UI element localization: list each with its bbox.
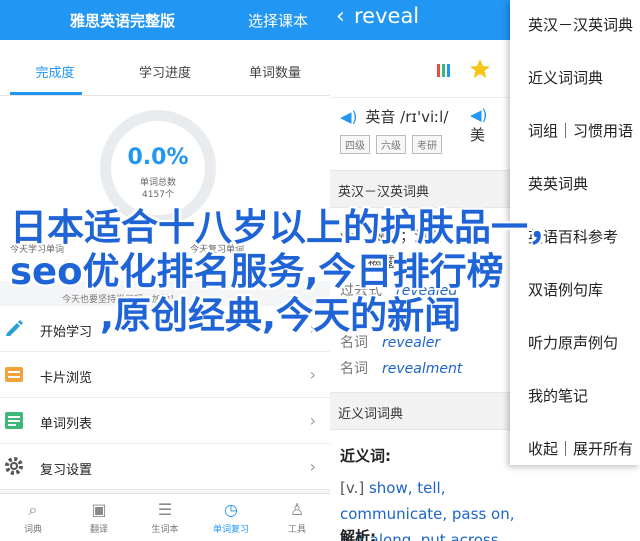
dictionary-dropdown-menu: 英汉－汉英词典 近义词词典 词组｜习惯用语 英英词典 英语百科参考 双语例句库 … (510, 0, 640, 465)
completion-percent: 0.0% (127, 145, 189, 170)
nav-label: 翻译 (89, 525, 108, 535)
chevron-right-icon: › (309, 411, 316, 430)
menu-card-browse[interactable]: 卡片浏览 › (0, 352, 330, 398)
notebook-icon: ☰ (157, 500, 173, 519)
book-title: 雅思英语完整版 (70, 12, 176, 30)
dropdown-item-encyclopedia[interactable]: 英语百科参考 (510, 212, 640, 265)
nav-tools[interactable]: ♙ 工具 (264, 494, 330, 541)
tab-completion[interactable]: 完成度 (0, 40, 110, 95)
dropdown-item-my-notes[interactable]: 我的笔记 (510, 371, 640, 424)
section-en-zh-header[interactable]: 英汉－汉英词典 (330, 170, 510, 208)
phonetic-uk[interactable]: ◀) 英音 /rɪ'viːl/ (340, 106, 448, 127)
encouragement-tip: 今天也要坚持学习呀，加油！ (62, 295, 180, 305)
inflection-word[interactable]: revealment (382, 361, 462, 377)
nav-dictionary[interactable]: ⌕ 词典 (0, 494, 66, 541)
back-icon[interactable]: ‹ (336, 4, 345, 29)
frequency-bars-icon (436, 62, 452, 82)
speaker-icon[interactable]: ◀) (470, 106, 487, 124)
synonym-title: 近义词: (340, 447, 391, 465)
book-header: 雅思英语完整版 选择课本 (0, 0, 330, 40)
completion-ring: 0.0% 单词总数 4157个 (100, 110, 216, 226)
chevron-right-icon: › (309, 365, 316, 384)
nav-label: 单词复习 (212, 525, 249, 535)
menu-start-study[interactable]: 开始学习 › (0, 306, 330, 352)
inflection-row: 名词 revealer (340, 332, 440, 352)
inflection-type: 过去式 (340, 283, 382, 299)
menu-label: 单词列表 (40, 417, 93, 432)
menu-review-settings[interactable]: 复习设置 › (0, 444, 330, 490)
part-of-speech: vt. (340, 229, 359, 245)
explanation-title: 解析: (340, 528, 376, 541)
menu-label: 开始学习 (40, 325, 93, 340)
exam-tag: 四级 (340, 135, 370, 154)
pencil-icon (4, 318, 24, 338)
tab-word-count[interactable]: 单词数量 (220, 40, 330, 95)
inflection-row: 过去式 revealed (340, 280, 457, 300)
nav-label: 工具 (287, 525, 306, 535)
inflection-word[interactable]: revealed (396, 283, 457, 299)
chevron-right-icon: › (309, 457, 316, 476)
section-synonyms-header[interactable]: 近义词词典 (330, 392, 510, 430)
us-label: 美 (470, 126, 486, 144)
study-menu: 开始学习 › 卡片浏览 › 单词列表 › 复习设置 › (0, 306, 330, 490)
inflection-type: 名词 (340, 335, 368, 351)
definition-row: n. 揭露 (340, 252, 395, 272)
exam-tags: 四级 六级 考研 (340, 135, 442, 154)
nav-translate[interactable]: ▣ 翻译 (66, 494, 132, 541)
tab-study-progress[interactable]: 学习进度 (110, 40, 220, 95)
word-detail-panel: ‹ reveal ◀) 英音 /rɪ'viːl/ ◀) 美 四级 六级 考研 英汉－… (330, 0, 514, 541)
nav-label: 词典 (23, 525, 42, 535)
active-tab-indicator (10, 92, 82, 95)
dropdown-item-audio-examples[interactable]: 听力原声例句 (510, 318, 640, 371)
exam-tag: 考研 (412, 135, 442, 154)
cards-icon (4, 364, 24, 384)
nav-label: 生词本 (151, 525, 179, 535)
star-icon[interactable] (468, 57, 492, 85)
speaker-icon[interactable]: ◀) (340, 108, 357, 126)
total-words-count: 4157个 (142, 190, 174, 200)
inflection-type: 名词 (340, 361, 368, 377)
dropdown-item-synonyms[interactable]: 近义词词典 (510, 53, 640, 106)
nav-word-review[interactable]: ◷ 单词复习 (198, 494, 264, 541)
menu-label: 复习设置 (40, 463, 93, 478)
app-root: 雅思英语完整版 选择课本 完成度 学习进度 单词数量 0.0% 单词总数 415… (0, 0, 640, 541)
today-studied-label: 今天学习单词 (10, 245, 65, 255)
menu-word-list[interactable]: 单词列表 › (0, 398, 330, 444)
definition-text: 揭露；泄露 (372, 229, 443, 245)
vocab-book-panel: 雅思英语完整版 选择课本 完成度 学习进度 单词数量 0.0% 单词总数 415… (0, 0, 330, 541)
list-icon (4, 410, 24, 430)
dropdown-item-bilingual-examples[interactable]: 双语例句库 (510, 265, 640, 318)
bottom-nav: ⌕ 词典 ▣ 翻译 ☰ 生词本 ◷ 单词复习 ♙ 工具 (0, 493, 330, 541)
person-icon: ♙ (289, 500, 305, 519)
choose-book-button[interactable]: 选择课本 (248, 10, 308, 31)
completion-card: 0.0% 单词总数 4157个 今天学习单词 今天复习单词 (0, 96, 330, 281)
progress-tabs: 完成度 学习进度 单词数量 (0, 40, 330, 96)
headword: reveal (354, 4, 420, 28)
phonetic-us[interactable]: ◀) 美 (470, 106, 510, 145)
gear-icon (4, 456, 24, 476)
dropdown-item-en-en[interactable]: 英英词典 (510, 159, 640, 212)
chevron-right-icon: › (309, 319, 316, 338)
synonym-pos: [v.] (340, 479, 365, 497)
today-review-label: 今天复习单词 (190, 245, 245, 255)
definition-text: 揭露 (367, 255, 396, 271)
translate-icon: ▣ (91, 500, 107, 519)
inflection-row: 名词 revealment (340, 358, 462, 378)
dropdown-item-collapse-expand[interactable]: 收起｜展开所有 (510, 424, 640, 477)
dropdown-item-phrases[interactable]: 词组｜习惯用语 (510, 106, 640, 159)
inflection-word[interactable]: revealer (382, 335, 440, 351)
clock-icon: ◷ (224, 500, 238, 519)
exam-tag: 六级 (376, 135, 406, 154)
dropdown-item-en-zh[interactable]: 英汉－汉英词典 (510, 0, 640, 53)
definition-row: vt. 揭露；泄露 (340, 226, 442, 246)
menu-label: 卡片浏览 (40, 371, 93, 386)
word-header: ‹ reveal (330, 0, 510, 40)
search-icon: ⌕ (28, 500, 38, 519)
phonetic-text: 英音 /rɪ'viːl/ (365, 108, 449, 126)
part-of-speech: n. (340, 255, 354, 271)
nav-notebook[interactable]: ☰ 生词本 (132, 494, 198, 541)
